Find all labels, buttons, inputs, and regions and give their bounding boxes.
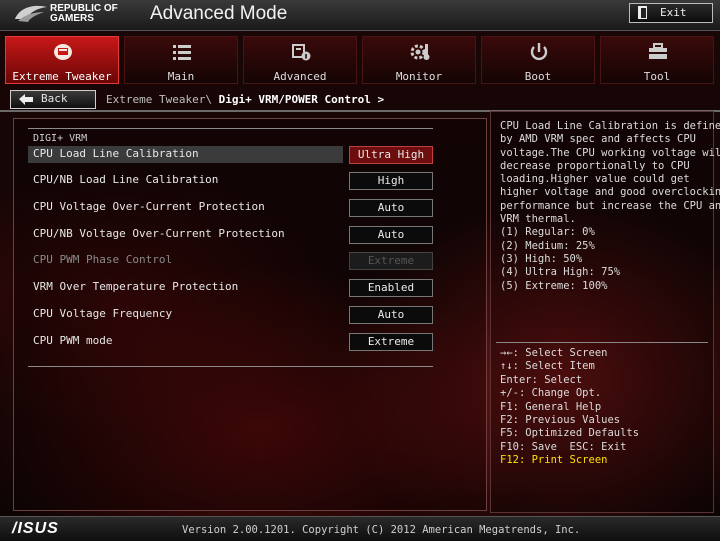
help-description: CPU Load Line Calibration is defined by … [500,120,720,292]
exit-label: Exit [660,6,687,19]
tab-label: Extreme Tweaker [12,70,112,83]
setting-name: CPU Voltage Frequency [33,307,173,320]
tab-label: Main [167,70,195,83]
rog-eye-icon [54,44,72,60]
key-hint: F2: Previous Values [500,414,621,427]
section-label: DIGI+ VRM [33,133,88,144]
setting-value-dropdown[interactable]: Ultra High [349,146,433,164]
brand-text: REPUBLIC OF GAMERS [50,4,118,24]
section-bottom-divider [28,366,433,367]
setting-row-cpu-voltage-frequency[interactable]: CPU Voltage Frequency Auto [28,306,433,324]
key-hint: +/-: Change Opt. [500,387,602,400]
setting-value-dropdown[interactable]: Auto [349,306,433,324]
footer: /ISUS Version 2.00.1201. Copyright (C) 2… [0,516,720,541]
setting-value-dropdown[interactable]: High [349,172,433,190]
key-hint: F1: General Help [500,400,602,413]
key-legend: →←: Select Screen ↑↓: Select Item Enter:… [500,347,639,468]
tab-monitor[interactable]: Monitor [362,36,476,84]
setting-value-dropdown[interactable]: Auto [349,226,433,244]
key-hint: F10: Save ESC: Exit [500,440,627,453]
version-text: Version 2.00.1201. Copyright (C) 2012 Am… [182,524,581,536]
tab-label: Tool [643,70,671,83]
key-hint: F5: Optimized Defaults [500,427,640,440]
setting-row-cpunb-ocp[interactable]: CPU/NB Voltage Over-Current Protection A… [28,226,433,244]
key-hint: ↑↓: Select Item [500,360,595,373]
setting-row-cpu-pwm-mode[interactable]: CPU PWM mode Extreme [28,333,433,351]
back-arrow-icon [19,94,33,105]
tab-tool[interactable]: Tool [600,36,714,84]
tab-label: Advanced [273,70,327,83]
tab-boot[interactable]: Boot [481,36,595,84]
setting-row-cpu-llc[interactable]: CPU Load Line Calibration Ultra High [28,146,433,164]
exit-button[interactable]: Exit [629,3,713,23]
setting-name: CPU PWM Phase Control [33,253,173,266]
power-icon [530,43,548,61]
breadcrumb: Extreme Tweaker\ Digi+ VRM/POWER Control… [106,93,384,106]
back-label: Back [41,92,68,105]
exit-door-icon [638,6,647,19]
tab-label: Boot [524,70,552,83]
mode-title: Advanced Mode [150,3,288,24]
brand-line-2: GAMERS [50,13,94,24]
key-hint: →←: Select Screen [500,347,608,359]
key-hint-print-screen: F12: Print Screen [500,454,608,467]
setting-value-dropdown[interactable]: Enabled [349,279,433,297]
tab-main[interactable]: Main [124,36,238,84]
setting-name: CPU/NB Load Line Calibration [33,173,219,186]
toolbox-icon [649,43,667,59]
breadcrumb-path: Extreme Tweaker\ [106,93,212,106]
breadcrumb-current: Digi+ VRM/POWER Control > [218,93,385,106]
setting-name: CPU/NB Voltage Over-Current Protection [33,227,285,240]
asus-logo: /ISUS [12,520,59,537]
setting-name: CPU PWM mode [33,334,113,347]
setting-value-dropdown[interactable]: Extreme [349,333,433,351]
setting-row-vrm-otp[interactable]: VRM Over Temperature Protection Enabled [28,279,433,297]
list-icon [173,45,191,60]
tab-extreme-tweaker[interactable]: Extreme Tweaker [5,36,119,84]
setting-name: VRM Over Temperature Protection [33,280,239,293]
chip-info-icon [292,44,311,61]
setting-name: CPU Voltage Over-Current Protection [33,200,265,213]
top-bar: REPUBLIC OF GAMERS Advanced Mode Exit [0,0,720,31]
help-divider [496,342,708,343]
tab-advanced[interactable]: Advanced [243,36,357,84]
gear-thermometer-icon [410,44,430,60]
key-hint: Enter: Select [500,373,583,386]
setting-value-dropdown: Extreme [349,252,433,270]
back-button[interactable]: Back [10,90,96,109]
setting-value-dropdown[interactable]: Auto [349,199,433,217]
tab-label: Monitor [395,70,443,83]
section-top-divider [28,128,433,129]
setting-row-cpu-ocp[interactable]: CPU Voltage Over-Current Protection Auto [28,199,433,217]
setting-name: CPU Load Line Calibration [33,147,199,160]
setting-row-cpunb-llc[interactable]: CPU/NB Load Line Calibration High [28,172,433,190]
setting-row-pwm-phase: CPU PWM Phase Control Extreme [28,252,433,270]
rog-logo-icon [15,5,47,22]
